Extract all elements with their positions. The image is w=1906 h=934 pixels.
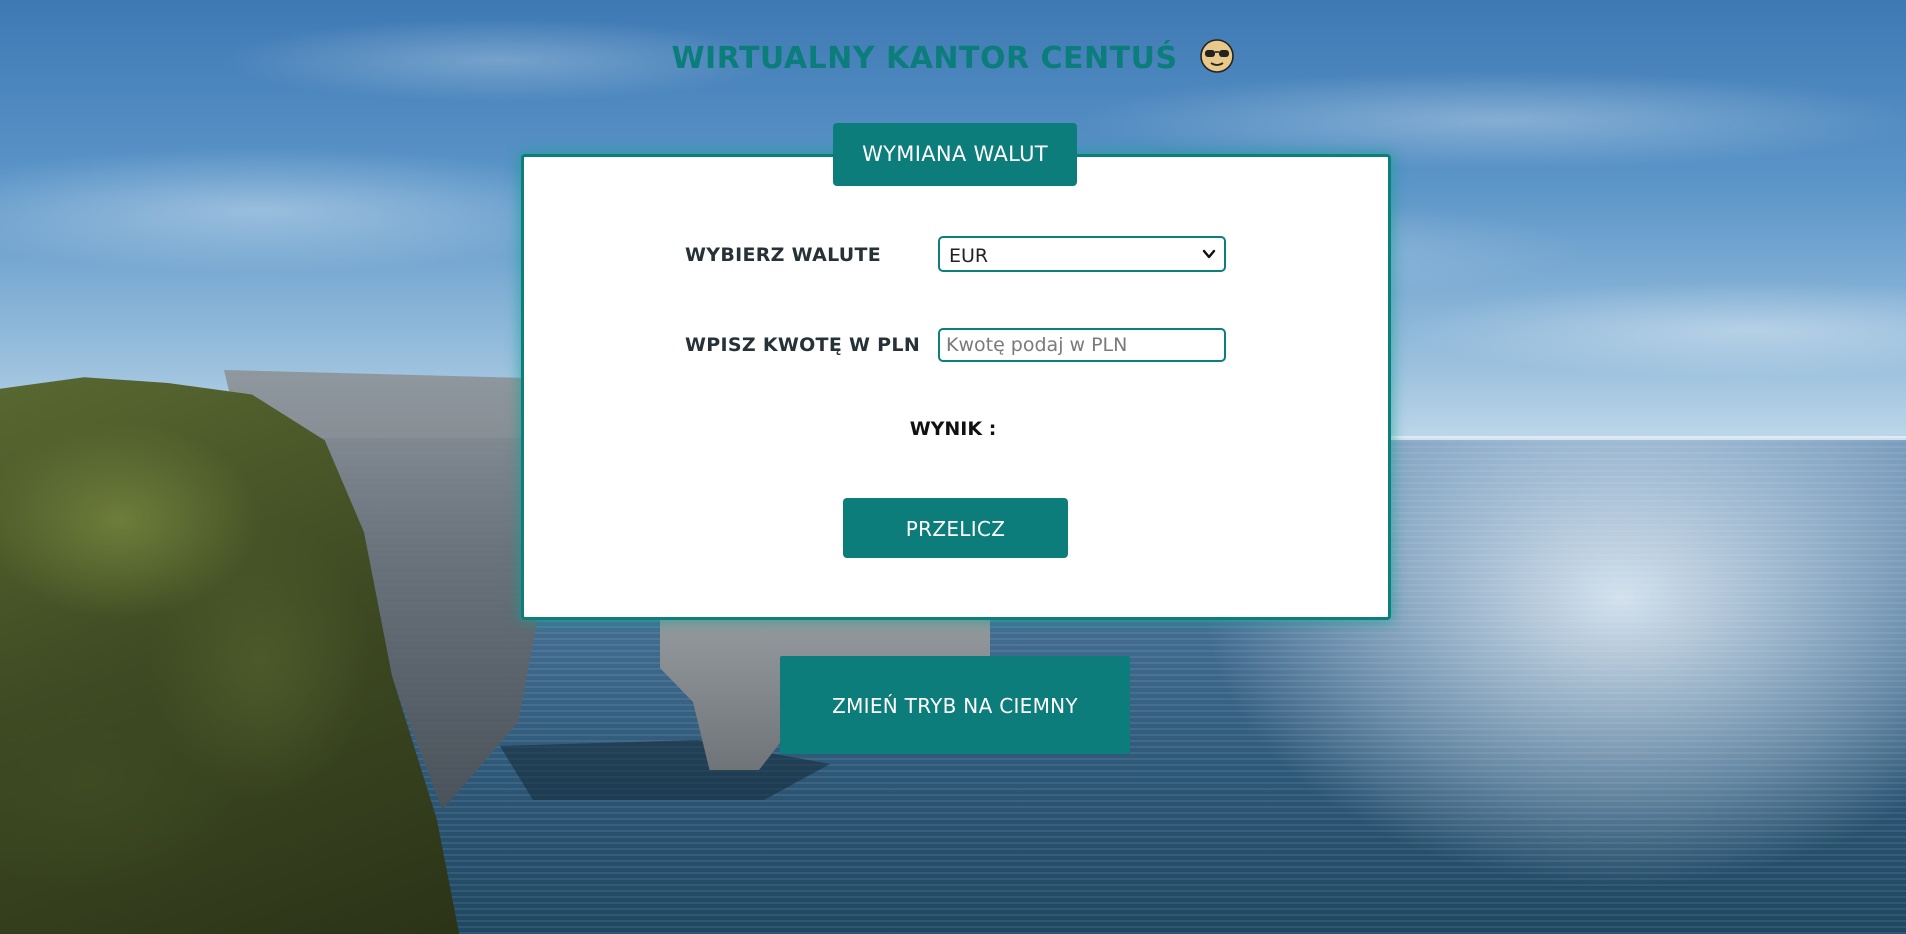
currency-select-value: EUR	[949, 245, 989, 267]
amount-label: WPISZ KWOTĘ W PLN	[685, 334, 921, 356]
page-title: WIRTUALNY KANTOR CENTUŚ	[0, 38, 1906, 76]
page-title-text: WIRTUALNY KANTOR CENTUŚ	[671, 41, 1178, 76]
currency-select[interactable]: EUR	[938, 236, 1226, 272]
amount-input[interactable]	[938, 328, 1226, 362]
sunglasses-face-icon	[1199, 38, 1235, 74]
exchange-card-tab: WYMIANA WALUT	[833, 123, 1077, 186]
chevron-down-icon	[1202, 247, 1216, 261]
currency-label: WYBIERZ WALUTE	[685, 244, 882, 266]
dark-mode-toggle-button[interactable]: ZMIEŃ TRYB NA CIEMNY	[780, 656, 1130, 754]
result-label: WYNIK :	[909, 418, 997, 440]
calculate-button[interactable]: PRZELICZ	[843, 498, 1068, 558]
